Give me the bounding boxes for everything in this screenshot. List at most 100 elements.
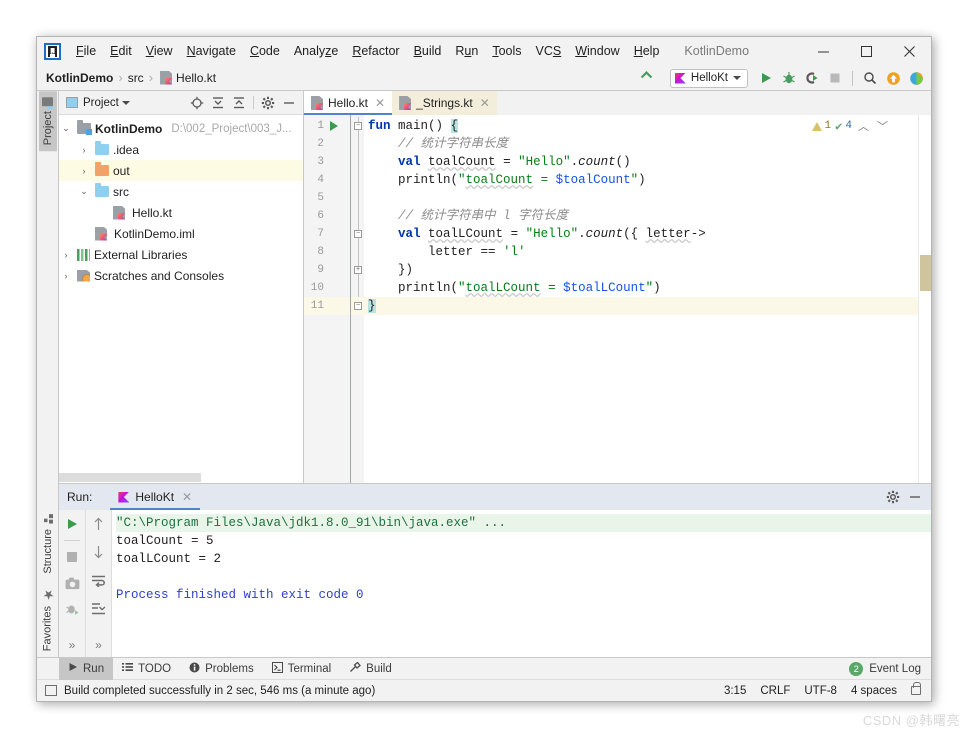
terminal-icon bbox=[271, 661, 283, 676]
menu-refactor[interactable]: Refactor bbox=[345, 41, 406, 61]
fold-collapse-icon[interactable]: − bbox=[354, 122, 362, 130]
chevron-right-icon[interactable]: › bbox=[77, 166, 91, 176]
tree-row[interactable]: › .idea bbox=[59, 139, 303, 160]
fold-line[interactable]: − bbox=[351, 225, 364, 243]
sidebar-item-favorites[interactable]: Favorites ★ bbox=[38, 580, 57, 657]
chevron-right-icon[interactable]: › bbox=[59, 271, 73, 281]
chevron-down-icon[interactable] bbox=[121, 100, 130, 105]
dump-threads-icon[interactable] bbox=[62, 599, 82, 619]
run-coverage-icon[interactable] bbox=[802, 68, 822, 88]
locate-icon[interactable] bbox=[187, 93, 207, 113]
tree-row[interactable]: Hello.kt bbox=[59, 202, 303, 223]
scrollbar-thumb[interactable] bbox=[59, 473, 201, 482]
menu-run[interactable]: Run bbox=[448, 41, 485, 61]
hide-panel-icon[interactable] bbox=[905, 487, 925, 507]
down-arrow-icon[interactable] bbox=[89, 542, 109, 562]
update-project-icon[interactable] bbox=[883, 68, 903, 88]
menu-build[interactable]: Build bbox=[407, 41, 449, 61]
close-icon[interactable]: ✕ bbox=[182, 490, 192, 504]
breadcrumb-project[interactable]: KotlinDemo bbox=[46, 71, 113, 85]
collapse-all-icon[interactable] bbox=[229, 93, 249, 113]
sidebar-item-structure[interactable]: Structure bbox=[39, 508, 57, 580]
editor-vertical-scrollbar[interactable] bbox=[918, 115, 931, 483]
line-separator[interactable]: CRLF bbox=[760, 685, 790, 697]
chevron-right-icon[interactable]: › bbox=[77, 145, 91, 155]
menu-vcs[interactable]: VCS bbox=[529, 41, 569, 61]
back-arrow-icon[interactable] bbox=[637, 68, 657, 88]
more-icon[interactable]: » bbox=[89, 635, 109, 655]
fold-line[interactable]: + bbox=[351, 261, 364, 279]
menu-tools[interactable]: Tools bbox=[485, 41, 528, 61]
tree-row[interactable]: › External Libraries bbox=[59, 244, 303, 265]
indent-setting[interactable]: 4 spaces bbox=[851, 685, 897, 697]
fold-collapse-icon[interactable]: − bbox=[354, 230, 362, 238]
run-tab-hellokt[interactable]: HelloKt ✕ bbox=[110, 484, 200, 510]
expand-all-icon[interactable] bbox=[208, 93, 228, 113]
event-log-area[interactable]: 2 Event Log bbox=[849, 661, 931, 676]
fold-line[interactable]: − bbox=[351, 297, 364, 315]
menu-view[interactable]: View bbox=[139, 41, 180, 61]
up-arrow-icon[interactable] bbox=[89, 514, 109, 534]
breadcrumb-file[interactable]: Hello.kt bbox=[176, 71, 216, 85]
status-message-icon[interactable] bbox=[45, 685, 57, 696]
scroll-to-end-icon[interactable] bbox=[89, 598, 109, 618]
tree-row[interactable]: ⌄ src bbox=[59, 181, 303, 202]
tree-row[interactable]: › out bbox=[59, 160, 303, 181]
prev-problem-icon[interactable]: ︿ bbox=[856, 118, 871, 134]
code-text[interactable]: fun main() { // 统计字符串长度 val toalCount = … bbox=[364, 115, 918, 483]
ide-assistant-icon[interactable] bbox=[906, 68, 926, 88]
menu-window[interactable]: Window bbox=[568, 41, 626, 61]
close-icon[interactable]: ✕ bbox=[375, 96, 385, 110]
file-encoding[interactable]: UTF-8 bbox=[804, 685, 837, 697]
run-icon[interactable] bbox=[756, 68, 776, 88]
sidebar-item-project[interactable]: Project bbox=[38, 91, 57, 152]
fold-line[interactable]: − bbox=[351, 117, 364, 135]
inspection-ok-count[interactable]: ✔ 4 bbox=[835, 119, 852, 134]
menu-code[interactable]: Code bbox=[243, 41, 287, 61]
toolwindow-terminal[interactable]: Terminal bbox=[263, 658, 340, 680]
breadcrumb-src[interactable]: src bbox=[128, 71, 144, 85]
project-horizontal-scrollbar[interactable] bbox=[59, 472, 303, 483]
toolwindow-problems[interactable]: Problems bbox=[180, 658, 263, 680]
search-icon[interactable] bbox=[860, 68, 880, 88]
debug-icon[interactable] bbox=[779, 68, 799, 88]
scrollbar-marker[interactable] bbox=[920, 255, 931, 291]
minimize-icon[interactable] bbox=[802, 37, 845, 65]
caret-position[interactable]: 3:15 bbox=[724, 685, 746, 697]
fold-collapse-icon[interactable]: − bbox=[354, 302, 362, 310]
warning-count-label: 1 bbox=[824, 120, 832, 132]
toolwindow-run[interactable]: Run bbox=[59, 657, 114, 680]
chevron-down-icon[interactable]: ⌄ bbox=[59, 123, 73, 134]
toolwindow-todo[interactable]: TODO bbox=[113, 658, 180, 680]
more-icon[interactable]: » bbox=[62, 635, 82, 655]
chevron-right-icon[interactable]: › bbox=[59, 250, 73, 260]
run-gutter-icon[interactable] bbox=[330, 121, 338, 131]
rerun-icon[interactable] bbox=[62, 514, 82, 534]
close-icon[interactable]: ✕ bbox=[480, 96, 490, 110]
chevron-down-icon[interactable]: ⌄ bbox=[77, 186, 91, 197]
menu-navigate[interactable]: Navigate bbox=[180, 41, 243, 61]
tab-hello-kt[interactable]: Hello.kt ✕ bbox=[304, 91, 393, 115]
tree-row[interactable]: ⌄ KotlinDemo D:\002_Project\003_J... bbox=[59, 118, 303, 139]
run-configuration-selector[interactable]: HelloKt bbox=[669, 68, 748, 88]
warning-count[interactable]: 1 bbox=[811, 120, 832, 132]
menu-file[interactable]: File bbox=[69, 41, 103, 61]
run-console-output[interactable]: "C:\Program Files\Java\jdk1.8.0_91\bin\j… bbox=[111, 510, 931, 657]
tab-strings-kt[interactable]: _Strings.kt ✕ bbox=[392, 91, 497, 115]
menu-help[interactable]: Help bbox=[627, 41, 667, 61]
toolwindow-build[interactable]: Build bbox=[340, 658, 401, 680]
tree-row[interactable]: KotlinDemo.iml bbox=[59, 223, 303, 244]
soft-wrap-icon[interactable] bbox=[89, 570, 109, 590]
close-icon[interactable] bbox=[888, 37, 931, 65]
fold-expand-icon[interactable]: + bbox=[354, 266, 362, 274]
menu-edit[interactable]: Edit bbox=[103, 41, 139, 61]
menu-analyze[interactable]: Analyze bbox=[287, 41, 345, 61]
hide-panel-icon[interactable] bbox=[279, 93, 299, 113]
maximize-icon[interactable] bbox=[845, 37, 888, 65]
next-problem-icon[interactable]: ﹀ bbox=[875, 118, 890, 134]
gear-icon[interactable] bbox=[883, 487, 903, 507]
unlocked-icon[interactable] bbox=[911, 682, 921, 695]
tree-row[interactable]: › Scratches and Consoles bbox=[59, 265, 303, 286]
screenshot-icon[interactable] bbox=[62, 573, 82, 593]
gear-icon[interactable] bbox=[258, 93, 278, 113]
